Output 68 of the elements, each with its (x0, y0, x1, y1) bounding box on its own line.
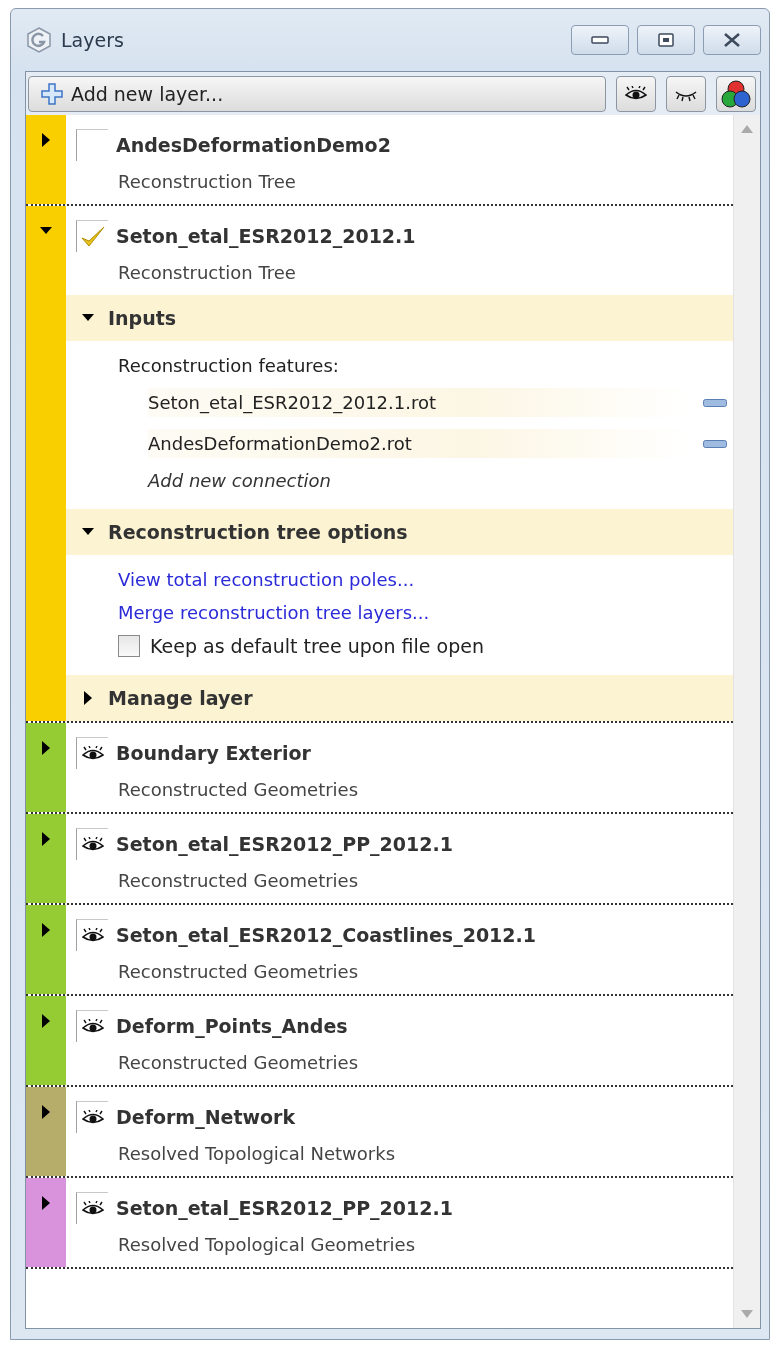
check-icon (79, 224, 106, 249)
layer-name: Seton_etal_ESR2012_PP_2012.1 (116, 1197, 453, 1219)
option-link[interactable]: Merge reconstruction tree layers... (118, 602, 727, 623)
add-connection-link[interactable]: Add new connection (148, 470, 727, 491)
disclosure-triangle-icon[interactable] (40, 741, 52, 755)
default-tree-checkbox[interactable] (118, 635, 140, 657)
visibility-toggle[interactable] (76, 919, 108, 951)
colour-button[interactable] (716, 76, 756, 112)
eye-icon (81, 927, 104, 944)
hide-all-button[interactable] (666, 76, 706, 112)
window-title: Layers (61, 29, 125, 51)
show-all-button[interactable] (616, 76, 656, 112)
section-title: Manage layer (108, 687, 253, 709)
layer-name: AndesDeformationDemo2 (116, 134, 391, 156)
close-icon (723, 32, 741, 48)
layer-type: Resolved Topological Networks (117, 1143, 397, 1164)
disclosure-triangle-icon[interactable] (40, 832, 52, 846)
section-title: Inputs (108, 307, 177, 329)
layer-type: Reconstruction Tree (117, 171, 297, 192)
layer-name: Seton_etal_ESR2012_2012.1 (116, 225, 416, 247)
remove-icon[interactable] (703, 439, 727, 448)
inputs-label: Reconstruction features: (118, 355, 340, 376)
layer-type: Reconstructed Geometries (117, 961, 360, 982)
layer-type: Resolved Topological Geometries (117, 1234, 417, 1255)
visibility-toggle[interactable] (76, 828, 108, 860)
eye-icon (81, 1018, 104, 1035)
layer-name: Boundary Exterior (116, 742, 311, 764)
section-header[interactable]: Inputs (66, 295, 733, 341)
disclosure-triangle-icon[interactable] (40, 923, 52, 937)
remove-icon[interactable] (703, 398, 727, 407)
eye-icon (81, 1109, 104, 1126)
minimize-button[interactable] (571, 25, 629, 55)
section-title: Reconstruction tree options (108, 521, 408, 543)
layer-type: Reconstruction Tree (117, 262, 297, 283)
layer-name: Deform_Points_Andes (116, 1015, 348, 1037)
layer-name: Seton_etal_ESR2012_PP_2012.1 (116, 833, 453, 855)
restore-icon (658, 33, 674, 47)
visibility-toggle[interactable] (76, 737, 108, 769)
disclosure-triangle-icon[interactable] (82, 691, 94, 705)
visibility-toggle[interactable] (76, 1010, 108, 1042)
disclosure-triangle-icon[interactable] (40, 1196, 52, 1210)
layer-type: Reconstructed Geometries (117, 1052, 360, 1073)
checkbox-label: Keep as default tree upon file open (150, 635, 484, 657)
layer-checkbox[interactable] (76, 129, 108, 161)
eye-icon (81, 745, 104, 762)
option-link[interactable]: View total reconstruction poles... (118, 569, 727, 590)
layer-type: Reconstructed Geometries (117, 870, 360, 891)
section-header[interactable]: Manage layer (66, 675, 733, 721)
restore-button[interactable] (637, 25, 695, 55)
colour-circles-icon (721, 79, 751, 109)
disclosure-triangle-icon[interactable] (40, 133, 52, 147)
close-button[interactable] (703, 25, 761, 55)
eye-icon (81, 1200, 104, 1217)
visibility-toggle[interactable] (76, 1101, 108, 1133)
layer-checkbox[interactable] (76, 220, 108, 252)
section-header[interactable]: Reconstruction tree options (66, 509, 733, 555)
plus-icon (41, 83, 63, 105)
eye-icon (625, 86, 647, 102)
minimize-icon (591, 35, 609, 45)
disclosure-triangle-icon[interactable] (40, 1105, 52, 1119)
layer-type: Reconstructed Geometries (117, 779, 360, 800)
visibility-toggle[interactable] (76, 1192, 108, 1224)
disclosure-triangle-icon[interactable] (40, 1014, 52, 1028)
app-logo-icon (25, 26, 53, 54)
layer-name: Deform_Network (116, 1106, 296, 1128)
eye-icon (81, 836, 104, 853)
layer-name: Seton_etal_ESR2012_Coastlines_2012.1 (116, 924, 536, 946)
add-layer-button[interactable]: Add new layer... (28, 76, 606, 112)
